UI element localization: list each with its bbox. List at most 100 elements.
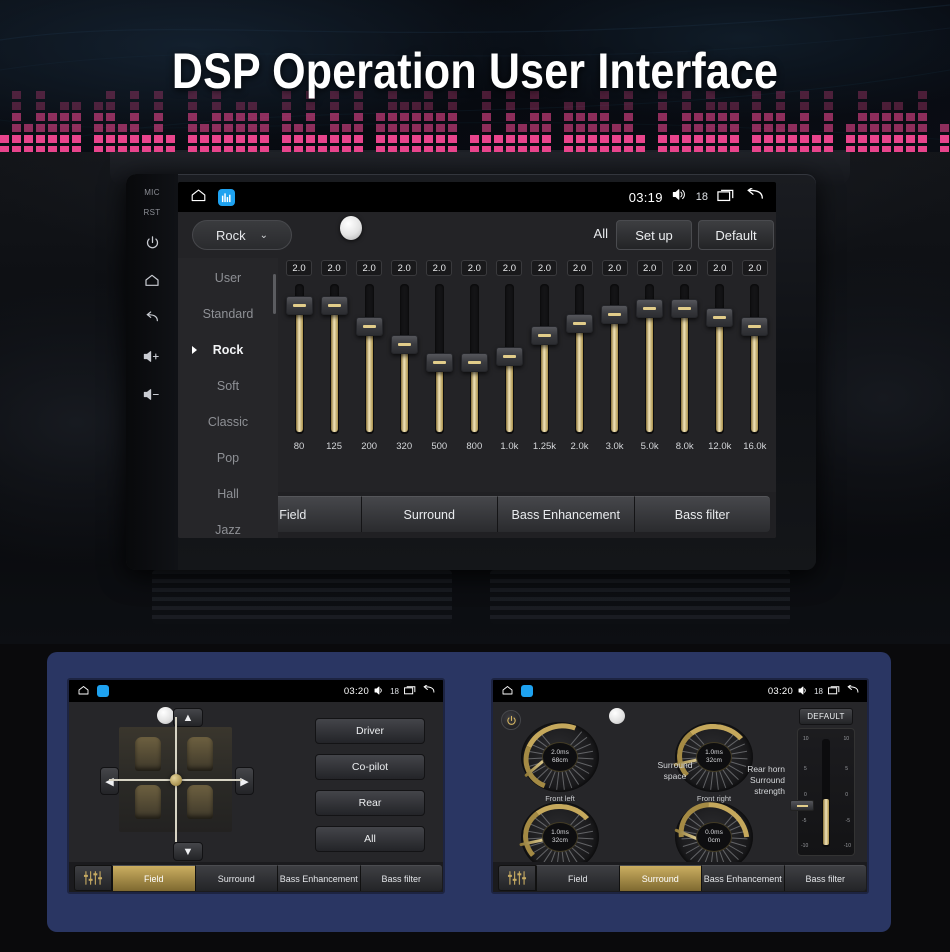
eq-band-thumb[interactable] <box>601 305 628 324</box>
home-icon[interactable] <box>77 682 90 700</box>
recent-apps-icon[interactable] <box>828 682 841 700</box>
position-all-button[interactable]: All <box>315 826 425 852</box>
preset-item-pop[interactable]: Pop <box>178 440 278 476</box>
screen-drag-handle[interactable] <box>609 708 625 724</box>
eq-band-500[interactable]: 2.0500 <box>424 260 454 492</box>
position-driver-button[interactable]: Driver <box>315 718 425 744</box>
eq-band-thumb[interactable] <box>741 317 768 336</box>
all-label[interactable]: All <box>594 226 608 241</box>
eq-band-thumb[interactable] <box>461 353 488 372</box>
equalizer-app-icon[interactable] <box>97 685 109 697</box>
eq-band-thumb[interactable] <box>706 308 733 327</box>
delay-knob-front-left[interactable]: 2.0ms68cmFront left <box>521 722 599 792</box>
eq-band-track[interactable] <box>645 284 654 434</box>
preset-item-jazz[interactable]: Jazz <box>178 512 278 538</box>
setup-button[interactable]: Set up <box>616 220 692 250</box>
preset-item-user[interactable]: User <box>178 260 278 296</box>
field-arrow-up[interactable]: ▲ <box>173 708 203 727</box>
tab-bass-enhancement[interactable]: Bass Enhancement <box>497 496 634 532</box>
field-arrow-right[interactable]: ▶ <box>235 767 254 795</box>
eq-band-thumb[interactable] <box>426 353 453 372</box>
power-icon[interactable] <box>501 710 521 730</box>
home-icon[interactable] <box>190 188 207 207</box>
preset-item-standard[interactable]: Standard <box>178 296 278 332</box>
surround-strength-slider[interactable]: 10 10 5 5 0 0 -5 -5 -10 -10 <box>797 728 855 856</box>
eq-band-8.0k[interactable]: 2.08.0k <box>670 260 700 492</box>
preset-item-soft[interactable]: Soft <box>178 368 278 404</box>
recent-apps-icon[interactable] <box>404 682 417 700</box>
eq-band-track[interactable] <box>540 284 549 434</box>
eq-band-track[interactable] <box>470 284 479 434</box>
back-icon[interactable] <box>422 682 435 700</box>
equalizer-icon[interactable] <box>74 865 112 891</box>
eq-band-thumb[interactable] <box>286 296 313 315</box>
field-arrow-down[interactable]: ▼ <box>173 842 203 861</box>
eq-band-thumb[interactable] <box>531 326 558 345</box>
tab-surround[interactable]: Surround <box>195 865 278 891</box>
eq-band-track[interactable] <box>330 284 339 434</box>
home-icon[interactable] <box>501 682 514 700</box>
preset-list[interactable]: UserStandardRockSoftClassicPopHallJazz <box>178 258 278 538</box>
eq-band-80[interactable]: 2.080 <box>284 260 314 492</box>
back-icon[interactable] <box>144 300 160 336</box>
tab-field[interactable]: Field <box>536 865 619 891</box>
eq-band-track[interactable] <box>435 284 444 434</box>
surround-tab-bar[interactable]: Field Surround Bass Enhancement Bass fil… <box>493 862 869 894</box>
equalizer-icon[interactable] <box>498 865 536 891</box>
field-arrow-left[interactable]: ◀ <box>100 767 119 795</box>
back-icon[interactable] <box>846 682 859 700</box>
surround-default-button[interactable]: DEFAULT <box>799 708 853 725</box>
equalizer-app-icon[interactable] <box>218 189 235 206</box>
tab-surround[interactable]: Surround <box>619 865 702 891</box>
eq-band-2.0k[interactable]: 2.02.0k <box>565 260 595 492</box>
eq-band-track[interactable] <box>610 284 619 434</box>
tab-bass-enhancement[interactable]: Bass Enhancement <box>701 865 784 891</box>
surround-strength-thumb[interactable] <box>790 800 814 811</box>
eq-band-track[interactable] <box>680 284 689 434</box>
eq-band-12.0k[interactable]: 2.012.0k <box>705 260 735 492</box>
preset-item-hall[interactable]: Hall <box>178 476 278 512</box>
position-copilot-button[interactable]: Co-pilot <box>315 754 425 780</box>
tab-field[interactable]: Field <box>112 865 195 891</box>
eq-band-800[interactable]: 2.0800 <box>459 260 489 492</box>
home-icon[interactable] <box>144 262 160 298</box>
back-icon[interactable] <box>745 188 764 207</box>
preset-item-classic[interactable]: Classic <box>178 404 278 440</box>
tab-bass-filter[interactable]: Bass filter <box>634 496 771 532</box>
tab-bass-filter[interactable]: Bass filter <box>360 865 443 891</box>
surround-strength-track[interactable] <box>822 739 830 847</box>
field-tab-bar[interactable]: Field Surround Bass Enhancement Bass fil… <box>69 862 445 894</box>
eq-band-5.0k[interactable]: 2.05.0k <box>635 260 665 492</box>
eq-band-1.25k[interactable]: 2.01.25k <box>529 260 559 492</box>
screen-drag-handle[interactable] <box>340 216 362 240</box>
tab-bass-enhancement[interactable]: Bass Enhancement <box>277 865 360 891</box>
eq-band-track[interactable] <box>505 284 514 434</box>
eq-band-thumb[interactable] <box>671 299 698 318</box>
tab-bass-filter[interactable]: Bass filter <box>784 865 867 891</box>
volume-up-icon[interactable] <box>143 338 161 374</box>
eq-band-track[interactable] <box>400 284 409 434</box>
equalizer-app-icon[interactable] <box>521 685 533 697</box>
eq-band-125[interactable]: 2.0125 <box>319 260 349 492</box>
eq-band-thumb[interactable] <box>636 299 663 318</box>
eq-band-3.0k[interactable]: 2.03.0k <box>600 260 630 492</box>
preset-item-rock[interactable]: Rock <box>178 332 278 368</box>
eq-band-200[interactable]: 2.0200 <box>354 260 384 492</box>
eq-band-thumb[interactable] <box>496 347 523 366</box>
eq-band-16.0k[interactable]: 2.016.0k <box>740 260 770 492</box>
tab-surround[interactable]: Surround <box>361 496 498 532</box>
eq-band-thumb[interactable] <box>566 314 593 333</box>
preset-dropdown[interactable]: Rock ⌄ <box>192 220 292 250</box>
eq-band-thumb[interactable] <box>391 335 418 354</box>
eq-band-track[interactable] <box>295 284 304 434</box>
eq-band-320[interactable]: 2.0320 <box>389 260 419 492</box>
eq-band-track[interactable] <box>365 284 374 434</box>
eq-band-track[interactable] <box>750 284 759 434</box>
default-button[interactable]: Default <box>698 220 774 250</box>
eq-band-thumb[interactable] <box>321 296 348 315</box>
power-icon[interactable] <box>145 224 160 260</box>
recent-apps-icon[interactable] <box>717 188 736 207</box>
volume-down-icon[interactable] <box>143 376 161 412</box>
equalizer-band-sliders[interactable]: 2.0802.01252.02002.03202.05002.0800 2.01.… <box>278 260 776 492</box>
field-position-buttons[interactable]: Driver Co-pilot Rear All <box>315 718 425 852</box>
